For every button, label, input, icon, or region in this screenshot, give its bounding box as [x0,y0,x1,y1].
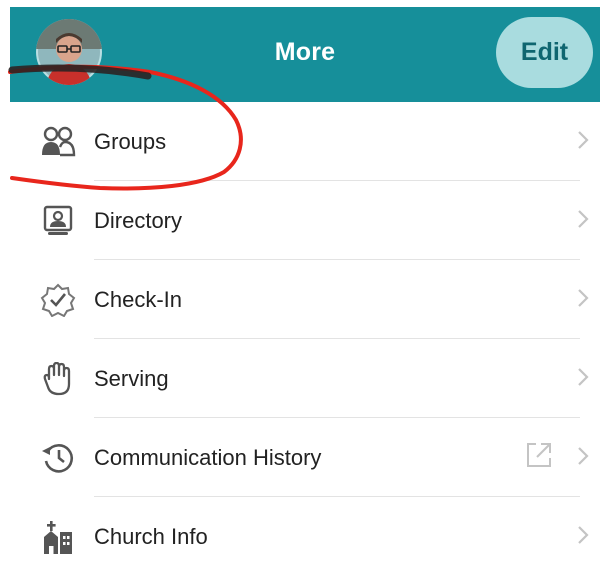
chevron-right-icon [578,210,589,228]
menu-item-label: Groups [94,129,167,154]
chevron-right-icon [578,131,589,149]
menu-item-directory[interactable]: Directory [10,181,600,260]
menu-item-groups[interactable]: Groups [10,102,600,181]
external-link-icon [527,443,551,467]
menu-list: Groups Directory Check-In Serving Commun… [10,102,600,576]
menu-item-communication-history[interactable]: Communication History [10,418,600,497]
top-margin [0,0,611,7]
menu-item-label: Directory [94,208,183,233]
menu-item-label: Check-In [94,287,183,312]
edit-button[interactable]: Edit [496,17,593,88]
app-header: More Edit [10,7,600,102]
chevron-right-icon [578,447,589,465]
hand-icon [43,362,71,396]
chevron-right-icon [578,289,589,307]
groups-icon [42,126,76,157]
chevron-right-icon [578,526,589,544]
history-icon [42,444,74,473]
directory-icon [43,205,73,235]
menu-item-label: Serving [94,366,169,391]
chevron-right-icon [578,368,589,386]
menu-item-label: Communication History [94,445,322,470]
menu-item-check-in[interactable]: Check-In [10,260,600,339]
menu-item-label: Church Info [94,524,208,549]
check-in-icon [40,283,76,317]
menu-item-church-info[interactable]: Church Info [10,497,600,576]
church-icon [44,521,72,554]
menu-item-serving[interactable]: Serving [10,339,600,418]
